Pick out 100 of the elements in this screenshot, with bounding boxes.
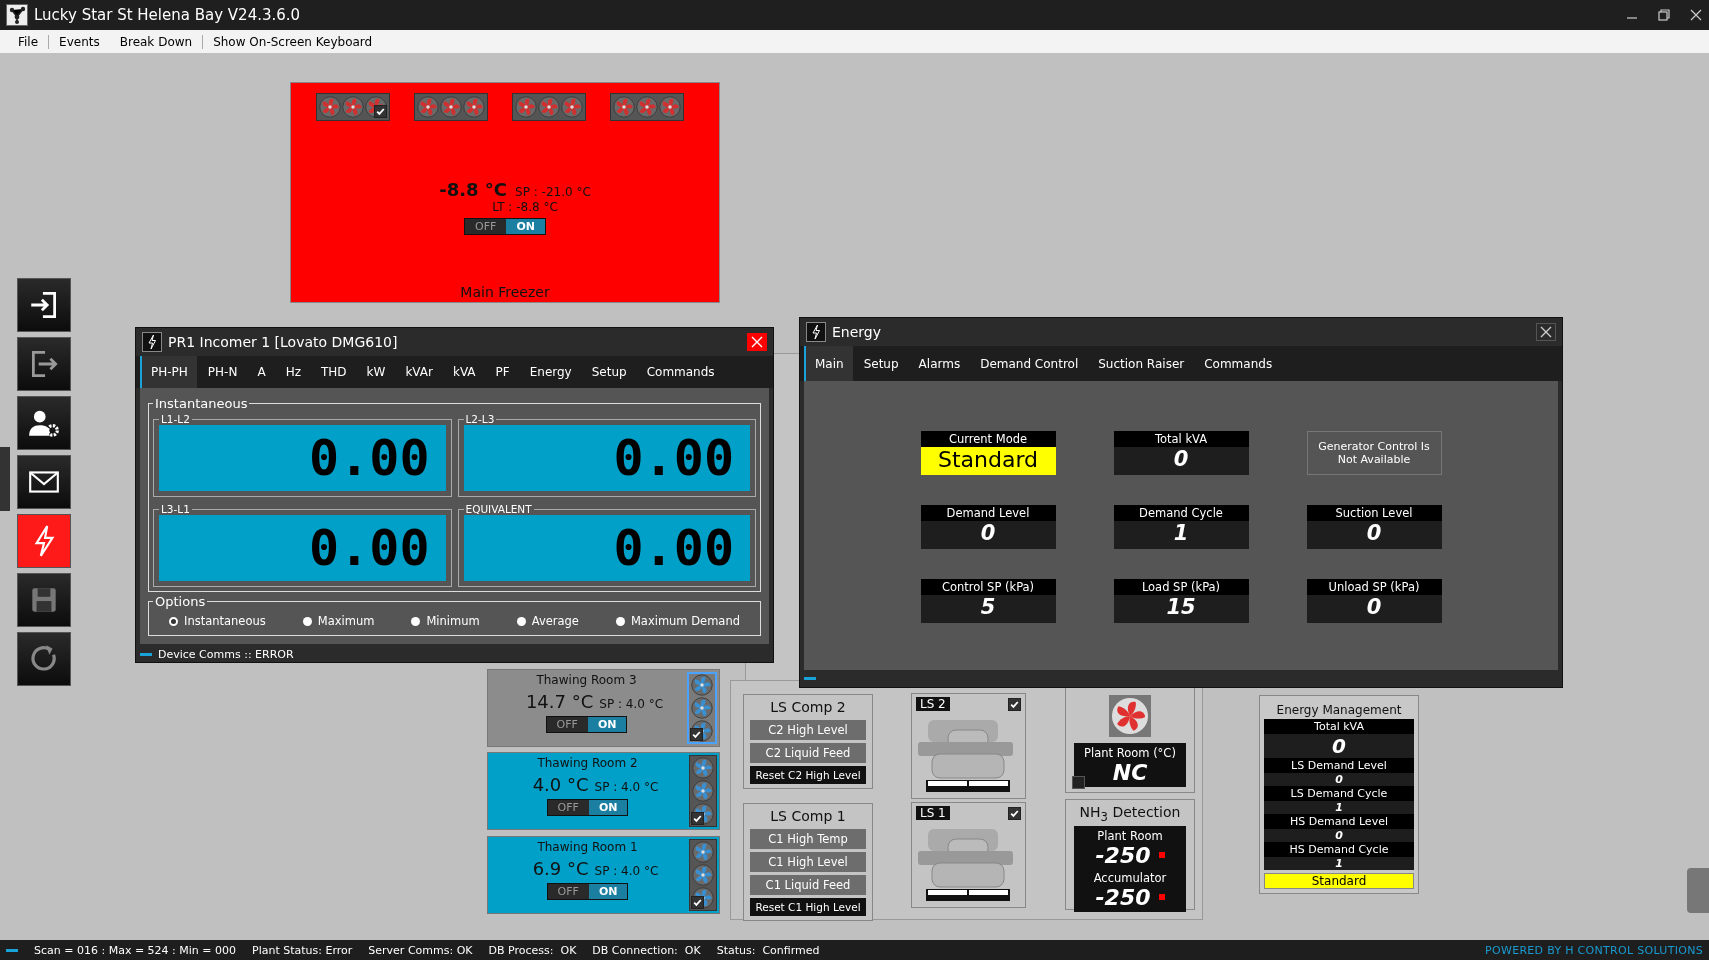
tile-label: Current Mode	[920, 431, 1056, 447]
tab[interactable]: kW	[355, 356, 395, 388]
fan-icon	[692, 840, 714, 863]
fan-icon	[440, 96, 462, 118]
maximize-icon[interactable]	[1657, 8, 1671, 22]
toggle-option[interactable]: ON	[588, 800, 628, 815]
menu-item[interactable]: Break Down	[109, 34, 203, 49]
tab[interactable]: kVA	[441, 356, 485, 388]
sidebar-button[interactable]	[17, 514, 71, 568]
sidebar-button[interactable]	[17, 337, 71, 391]
temperature-value: 4.0 °C	[532, 774, 589, 795]
alarm-button[interactable]: C1 High Temp	[750, 829, 866, 849]
fan-icon	[613, 96, 635, 118]
tab[interactable]: kVAr	[394, 356, 442, 388]
compressor-panel[interactable]: LS 2	[911, 693, 1026, 799]
tab[interactable]: PH-PH	[140, 356, 197, 388]
reading-label: L3-L1	[160, 503, 191, 515]
alarm-button[interactable]: C2 High Level	[750, 720, 866, 740]
checkbox[interactable]	[1008, 698, 1021, 711]
radio-button[interactable]	[516, 616, 526, 626]
window-title: Lucky Star St Helena Bay V24.3.6.0	[34, 6, 302, 24]
radio-button[interactable]	[615, 616, 625, 626]
tile-label: Load SP (kPa)	[1113, 579, 1249, 595]
toggle-option[interactable]: OFF	[547, 884, 589, 899]
setpoint-text: SP : -21.0 °C	[515, 185, 591, 199]
checkbox[interactable]	[690, 728, 703, 741]
status-item: Server Comms: OK	[368, 943, 473, 957]
tab[interactable]: Suction Raiser	[1087, 346, 1194, 381]
toggle-option[interactable]: OFF	[546, 717, 588, 732]
room-name: Thawing Room 2	[537, 756, 638, 770]
sidebar-button[interactable]	[17, 455, 71, 509]
checkbox[interactable]	[1072, 776, 1085, 789]
sidebar-button[interactable]	[17, 396, 71, 450]
fan-icon	[692, 864, 714, 886]
tab[interactable]: A	[246, 356, 275, 388]
last-temperature-text: LT : -8.8 °C	[492, 200, 558, 214]
tab[interactable]: Demand Control	[969, 346, 1088, 381]
close-button[interactable]	[747, 333, 767, 351]
radio-option[interactable]: Average	[510, 613, 585, 629]
tab[interactable]: Setup	[852, 346, 908, 381]
menu-item[interactable]: Events	[49, 34, 110, 49]
checkbox[interactable]	[691, 812, 704, 825]
fan-column[interactable]	[689, 755, 717, 827]
tab[interactable]: PF	[484, 356, 519, 388]
fan-column[interactable]	[689, 839, 717, 911]
fan-icon	[692, 756, 714, 779]
mode-indicator: Standard	[1264, 873, 1414, 889]
setpoint-text: SP : 4.0 °C	[594, 780, 659, 794]
toggle-option[interactable]: OFF	[547, 800, 589, 815]
radio-option[interactable]: Maximum Demand	[609, 613, 746, 629]
group-title: Instantaneous	[154, 396, 249, 411]
tab[interactable]: Hz	[274, 356, 310, 388]
radio-option[interactable]: Maximum	[296, 613, 381, 629]
fan-icon[interactable]	[1109, 695, 1151, 737]
toggle-option[interactable]: ON	[587, 717, 627, 732]
tab[interactable]: Commands	[635, 356, 724, 388]
tab[interactable]: THD	[310, 356, 356, 388]
menu-item[interactable]: File	[8, 34, 49, 49]
metric-label: LS Demand Cycle	[1264, 786, 1414, 801]
compressor-panel[interactable]: LS 1	[911, 802, 1026, 908]
checkbox[interactable]	[1008, 807, 1021, 820]
radio-button[interactable]	[169, 616, 178, 626]
alarm-button[interactable]: C1 Liquid Feed	[750, 875, 866, 895]
reset-button[interactable]: Reset C2 High Level	[750, 766, 866, 784]
tab[interactable]: PH-N	[196, 356, 247, 388]
tab[interactable]: Energy	[518, 356, 581, 388]
radio-option[interactable]: Minimum	[405, 613, 486, 629]
lcd-display: 0.00	[159, 425, 446, 491]
radio-button[interactable]	[411, 616, 421, 626]
sensor-label: Plant Room	[1097, 827, 1163, 843]
alarm-button[interactable]: C2 Liquid Feed	[750, 743, 866, 763]
checkbox[interactable]	[691, 896, 704, 909]
temperature-value: -8.8 °C	[439, 179, 508, 200]
radio-option[interactable]: Instantaneous	[163, 613, 272, 629]
alarm-button[interactable]: C1 High Level	[750, 852, 866, 872]
alarm-indicator-icon	[1158, 894, 1165, 901]
fan-icon	[342, 96, 364, 118]
lcd-display: 0.00	[463, 515, 750, 581]
toggle-option[interactable]: ON	[506, 219, 545, 234]
metric-value: 0	[1264, 829, 1414, 842]
status-item: Plant Status: Error	[252, 943, 353, 957]
status-item: Scan = 016 : Max = 524 : Min = 000	[34, 943, 237, 957]
room-name: Thawing Room 3	[536, 673, 637, 687]
menu-item[interactable]: Show On-Screen Keyboard	[203, 34, 383, 49]
dialog-title: PR1 Incomer 1 [Lovato DMG610]	[168, 334, 398, 350]
tile-value: 0	[920, 521, 1056, 549]
tab[interactable]: Commands	[1193, 346, 1282, 381]
device-status: Device Comms :: ERROR	[158, 647, 294, 661]
tab[interactable]: Alarms	[907, 346, 970, 381]
checkbox[interactable]	[374, 105, 387, 118]
radio-button[interactable]	[302, 616, 312, 626]
sidebar-button[interactable]	[17, 278, 71, 332]
toggle-option[interactable]: ON	[588, 884, 628, 899]
fan-column[interactable]	[687, 672, 717, 744]
close-button[interactable]	[1536, 323, 1556, 341]
reset-button[interactable]: Reset C1 High Level	[750, 898, 866, 916]
close-icon[interactable]	[1689, 8, 1703, 22]
toggle-option[interactable]: OFF	[465, 219, 507, 234]
tab[interactable]: Setup	[580, 356, 636, 388]
tab[interactable]: Main	[804, 346, 853, 381]
